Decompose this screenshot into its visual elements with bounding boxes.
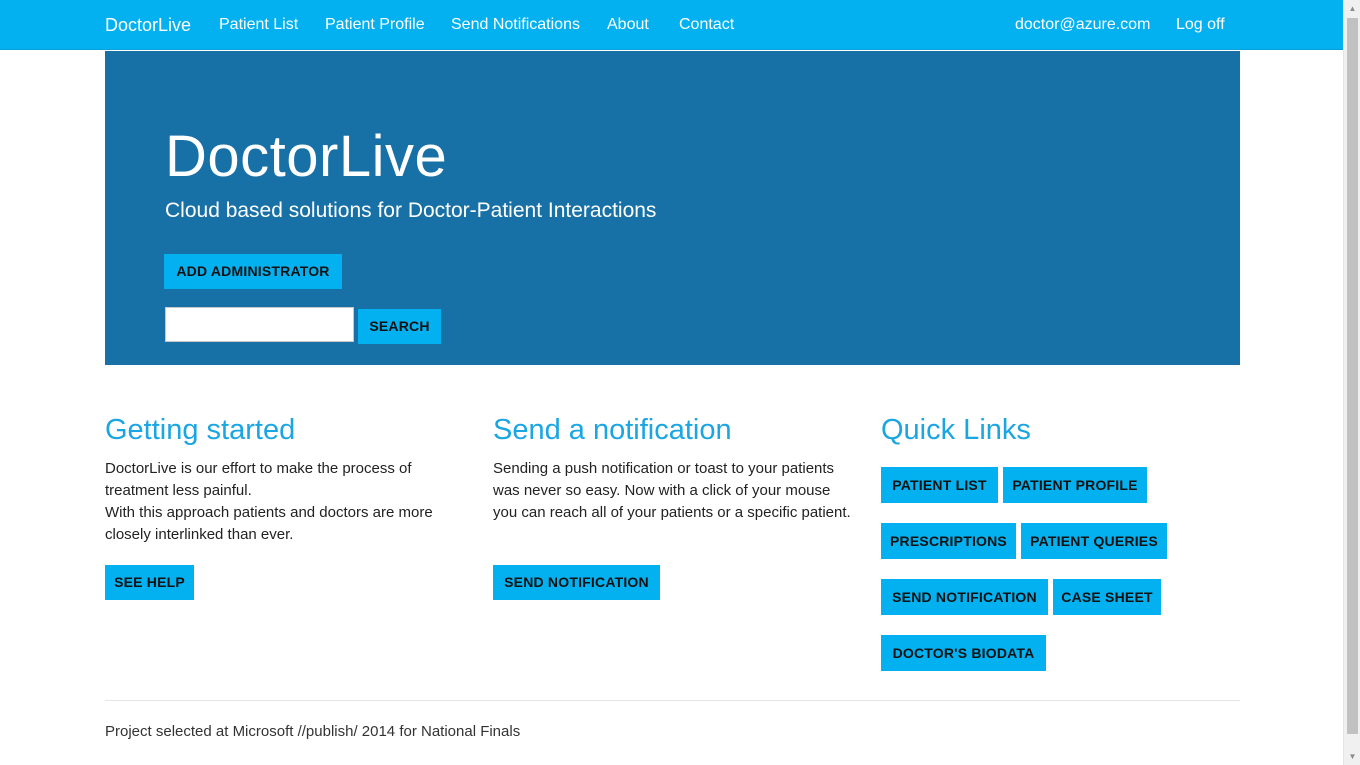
logoff-link[interactable]: Log off xyxy=(1176,0,1225,50)
quick-link-patient-queries[interactable]: PATIENT QUERIES xyxy=(1021,523,1167,559)
nav-contact[interactable]: Contact xyxy=(679,0,734,50)
search-input[interactable] xyxy=(165,307,354,342)
quick-link-patient-profile[interactable]: PATIENT PROFILE xyxy=(1003,467,1147,503)
nav-patient-profile[interactable]: Patient Profile xyxy=(325,0,425,50)
nav-about[interactable]: About xyxy=(607,0,649,50)
getting-started-title: Getting started xyxy=(105,414,296,446)
getting-started-line-2: With this approach patients and doctors … xyxy=(105,504,433,543)
brand-link[interactable]: DoctorLive xyxy=(105,0,191,50)
send-notification-button[interactable]: SEND NOTIFICATION xyxy=(493,565,660,600)
quick-link-case-sheet[interactable]: CASE SHEET xyxy=(1053,579,1161,615)
quick-link-send-notification[interactable]: SEND NOTIFICATION xyxy=(881,579,1048,615)
quick-links-title: Quick Links xyxy=(881,414,1031,446)
nav-send-notifications[interactable]: Send Notifications xyxy=(451,0,580,50)
send-notification-title: Send a notification xyxy=(493,414,732,446)
vertical-scrollbar[interactable]: ▲ ▼ xyxy=(1343,0,1360,765)
footer-text: Project selected at Microsoft //publish/… xyxy=(105,723,521,740)
hero-subtitle: Cloud based solutions for Doctor-Patient… xyxy=(165,199,657,222)
see-help-button[interactable]: SEE HELP xyxy=(105,565,194,600)
scroll-up-icon[interactable]: ▲ xyxy=(1344,0,1360,17)
scroll-down-icon[interactable]: ▼ xyxy=(1344,748,1360,765)
quick-link-doctors-biodata[interactable]: DOCTOR'S BIODATA xyxy=(881,635,1046,671)
scroll-thumb[interactable] xyxy=(1347,18,1358,734)
getting-started-text: DoctorLive is our effort to make the pro… xyxy=(105,458,457,546)
hero-banner: DoctorLive Cloud based solutions for Doc… xyxy=(105,51,1240,365)
footer-divider xyxy=(105,700,1240,701)
getting-started-line-1: DoctorLive is our effort to make the pro… xyxy=(105,460,412,499)
quick-link-patient-list[interactable]: PATIENT LIST xyxy=(881,467,998,503)
user-email-link[interactable]: doctor@azure.com xyxy=(1015,0,1150,50)
top-navbar: DoctorLive Patient List Patient Profile … xyxy=(0,0,1343,50)
nav-patient-list[interactable]: Patient List xyxy=(219,0,298,50)
add-administrator-button[interactable]: ADD ADMINISTRATOR xyxy=(164,254,342,289)
quick-link-prescriptions[interactable]: PRESCRIPTIONS xyxy=(881,523,1016,559)
search-button[interactable]: SEARCH xyxy=(358,309,441,344)
send-notification-text: Sending a push notification or toast to … xyxy=(493,460,851,521)
hero-title: DoctorLive xyxy=(165,124,448,189)
